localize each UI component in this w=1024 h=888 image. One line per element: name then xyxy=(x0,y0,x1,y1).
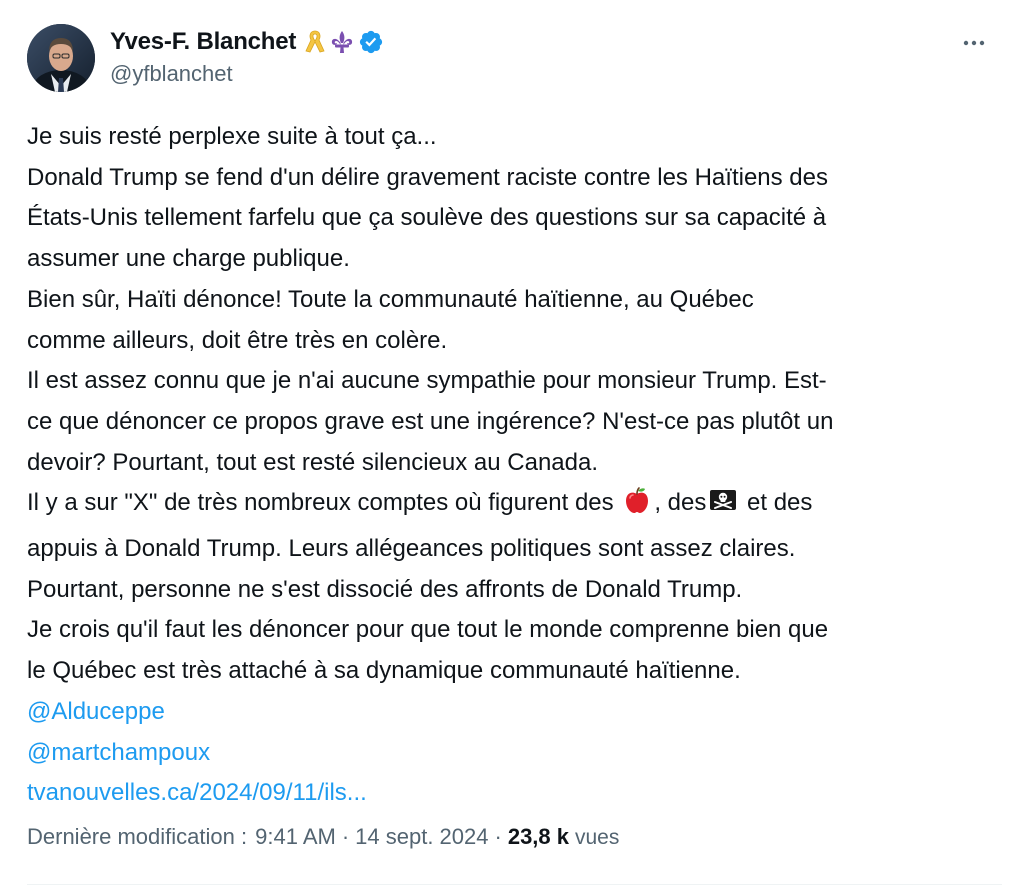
fleur-de-lis-icon xyxy=(329,29,355,55)
mention-link-martchampoux[interactable]: @martchampoux xyxy=(27,739,210,766)
mention-line: @martchampoux xyxy=(27,733,1002,774)
author-display-name[interactable]: Yves-F. Blanchet xyxy=(110,28,296,56)
author-badges xyxy=(304,29,384,55)
tweet-line: devoir? Pourtant, tout est resté silenci… xyxy=(27,448,599,476)
tweet-line: Donald Trump se fend d'un délire graveme… xyxy=(27,163,828,191)
tweet-line: Je crois qu'il faut les dénoncer pour qu… xyxy=(27,616,829,644)
tweet-line-with-emoji: Il y a sur "X" de très nombreux comptes … xyxy=(27,483,1002,529)
avatar-image xyxy=(27,24,95,92)
views-label: vues xyxy=(575,826,620,849)
article-link[interactable]: tvanouvelles.ca/2024/09/11/ils... xyxy=(27,779,367,806)
more-options-button[interactable] xyxy=(952,28,996,58)
tweet-date[interactable]: 14 sept. 2024 xyxy=(355,824,488,850)
tweet-line: Je suis resté perplexe suite à tout ça..… xyxy=(27,123,437,150)
tweet-line: Il est assez connu que je n'ai aucune sy… xyxy=(27,367,827,395)
edited-label[interactable]: Dernière modification : xyxy=(27,824,247,850)
avatar[interactable] xyxy=(27,24,95,92)
tweet-line: États-Unis tellement farfelu que ça soul… xyxy=(27,204,827,232)
tweet-line: comme ailleurs, doit être très en colère… xyxy=(27,326,448,354)
tweet-text-part: Il y a sur "X" de très nombreux comptes … xyxy=(27,489,621,517)
tweet-line: Pourtant, personne ne s'est dissocié des… xyxy=(27,575,743,603)
author-handle[interactable]: @yfblanchet xyxy=(110,61,233,87)
red-apple-icon xyxy=(622,485,652,529)
tweet-text: Je suis resté perplexe suite à tout ça..… xyxy=(27,117,1002,814)
yellow-ribbon-icon xyxy=(304,29,326,55)
tweet-text-part: et des xyxy=(740,489,813,517)
url-line: tvanouvelles.ca/2024/09/11/ils... xyxy=(27,773,1002,814)
divider xyxy=(27,884,1002,885)
verified-badge-icon[interactable] xyxy=(358,29,384,55)
tweet-line: appuis à Donald Trump. Leurs allégeances… xyxy=(27,535,796,563)
more-horizontal-icon xyxy=(962,34,986,52)
tweet-line: le Québec est très attaché à sa dynamiqu… xyxy=(27,657,741,685)
tweet-time[interactable]: 9:41 AM xyxy=(255,824,336,850)
author-name-row: Yves-F. Blanchet xyxy=(110,27,384,57)
tweet-meta: Dernière modification : 9:41 AM · 14 sep… xyxy=(27,824,619,850)
tweet-line: ce que dénoncer ce propos grave est une … xyxy=(27,407,834,435)
tweet-text-part: , des xyxy=(654,489,707,517)
meta-separator: · xyxy=(494,824,502,849)
mention-line: @Alduceppe xyxy=(27,692,1002,733)
views-count: 23,8 k xyxy=(507,824,569,849)
mention-link-alduceppe[interactable]: @Alduceppe xyxy=(27,698,165,725)
pirate-flag-icon xyxy=(708,485,738,529)
tweet-line: assumer une charge publique. xyxy=(27,245,350,273)
meta-separator: · xyxy=(341,824,350,849)
tweet-card: Yves-F. Blanchet @yfblanchet Je suis res… xyxy=(0,0,1024,888)
tweet-line: Bien sûr, Haïti dénonce! Toute la commun… xyxy=(27,285,754,313)
